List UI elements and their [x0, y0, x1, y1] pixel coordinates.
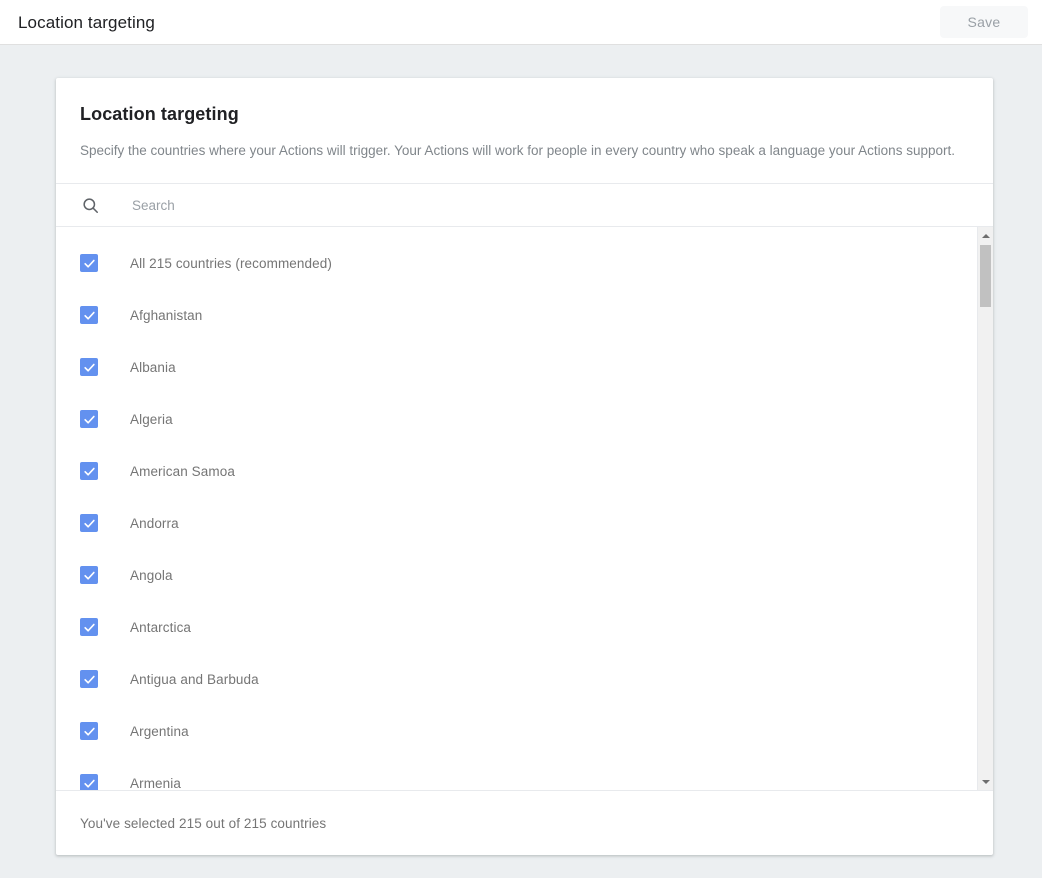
list-item-label: Afghanistan	[130, 308, 202, 323]
scrollbar-thumb[interactable]	[980, 245, 991, 307]
list-item[interactable]: Argentina	[56, 705, 977, 757]
checkbox-checked-icon[interactable]	[80, 566, 98, 584]
checkbox-checked-icon[interactable]	[80, 514, 98, 532]
selection-status-text: You've selected 215 out of 215 countries	[80, 816, 326, 831]
checkbox-checked-icon[interactable]	[80, 722, 98, 740]
card-footer: You've selected 215 out of 215 countries	[56, 791, 993, 855]
scroll-down-button[interactable]	[978, 773, 993, 790]
country-list-container: All 215 countries (recommended) Afghanis…	[56, 227, 993, 791]
search-icon	[80, 195, 100, 215]
list-item-label: Antigua and Barbuda	[130, 672, 259, 687]
checkbox-checked-icon[interactable]	[80, 462, 98, 480]
card-description: Specify the countries where your Actions…	[80, 141, 960, 161]
checkbox-checked-icon[interactable]	[80, 410, 98, 428]
checkbox-checked-icon[interactable]	[80, 358, 98, 376]
list-item[interactable]: Afghanistan	[56, 289, 977, 341]
list-item-label: Armenia	[130, 776, 181, 791]
triangle-down-icon	[982, 780, 990, 784]
page-title: Location targeting	[18, 14, 155, 31]
country-list[interactable]: All 215 countries (recommended) Afghanis…	[56, 227, 977, 790]
save-button[interactable]: Save	[940, 6, 1028, 38]
list-item[interactable]: Antigua and Barbuda	[56, 653, 977, 705]
list-item[interactable]: Angola	[56, 549, 977, 601]
list-item-label: Antarctica	[130, 620, 191, 635]
location-targeting-card: Location targeting Specify the countries…	[56, 78, 993, 855]
list-item-label: Andorra	[130, 516, 179, 531]
checkbox-checked-icon[interactable]	[80, 670, 98, 688]
list-scrollbar[interactable]	[977, 227, 993, 790]
list-item-label: Argentina	[130, 724, 189, 739]
list-item[interactable]: American Samoa	[56, 445, 977, 497]
page-body: Location targeting Specify the countries…	[0, 45, 1042, 878]
list-item-label: American Samoa	[130, 464, 235, 479]
card-header: Location targeting Specify the countries…	[56, 78, 993, 183]
scroll-up-button[interactable]	[978, 227, 994, 244]
card-title: Location targeting	[80, 104, 969, 125]
list-item[interactable]: All 215 countries (recommended)	[56, 237, 977, 289]
search-input[interactable]	[132, 184, 993, 226]
list-item-label: Albania	[130, 360, 176, 375]
checkbox-checked-icon[interactable]	[80, 774, 98, 790]
search-row[interactable]	[56, 183, 993, 227]
triangle-up-icon	[982, 234, 990, 238]
checkbox-checked-icon[interactable]	[80, 618, 98, 636]
list-item[interactable]: Andorra	[56, 497, 977, 549]
list-item-label: All 215 countries (recommended)	[130, 256, 332, 271]
checkbox-checked-icon[interactable]	[80, 254, 98, 272]
list-item-label: Algeria	[130, 412, 173, 427]
list-item[interactable]: Armenia	[56, 757, 977, 790]
list-item[interactable]: Algeria	[56, 393, 977, 445]
list-item-label: Angola	[130, 568, 173, 583]
checkbox-checked-icon[interactable]	[80, 306, 98, 324]
list-item[interactable]: Albania	[56, 341, 977, 393]
top-app-bar: Location targeting Save	[0, 0, 1042, 45]
list-item[interactable]: Antarctica	[56, 601, 977, 653]
app-bar-actions: Save	[940, 6, 1042, 38]
